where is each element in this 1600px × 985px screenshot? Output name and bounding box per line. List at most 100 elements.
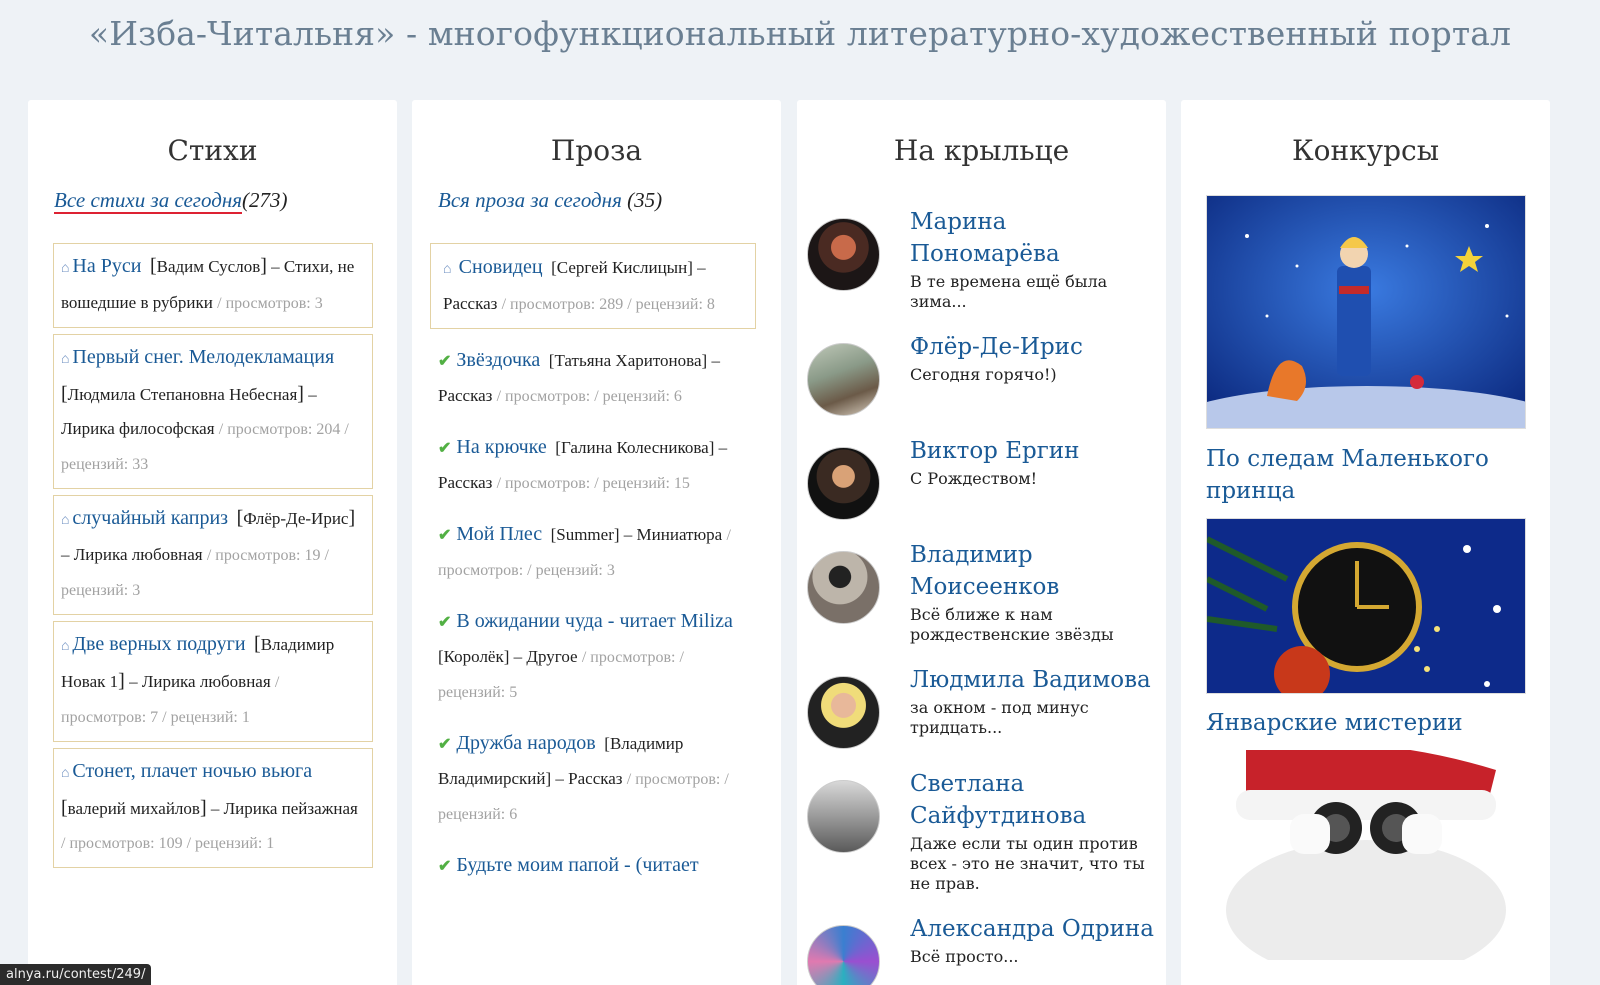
checkmark-icon: ✔: [438, 527, 452, 544]
avatar[interactable]: [807, 780, 880, 853]
item-title-link[interactable]: Стонет, плачет ночью вьюга: [72, 760, 312, 782]
list-item: ✔ В ожидании чуда - читает Miliza [Королё…: [438, 610, 738, 701]
home-icon: ⌂: [443, 262, 452, 277]
person-message: Всё ближе к нам рождественские звёзды: [910, 605, 1114, 644]
list-item: ⌂ Первый снег. Мелодекламация [Людмила Ст…: [53, 334, 373, 489]
item-title-link[interactable]: Будьте моим папой - (читает: [456, 854, 698, 876]
item-title-link[interactable]: На крючке: [456, 436, 546, 458]
contest-link-little-prince[interactable]: По следам Маленького принца: [1206, 443, 1526, 507]
home-icon: ⌂: [61, 639, 70, 654]
avatar[interactable]: [807, 925, 880, 985]
home-icon: ⌂: [61, 766, 70, 781]
checkmark-icon: ✔: [438, 736, 452, 753]
list-item: ⌂ Две верных подруги [Владимир Новак 1] –…: [53, 621, 373, 742]
contest-image-santa[interactable]: [1206, 750, 1526, 960]
person-name-link[interactable]: Людмила Вадимова: [910, 667, 1151, 693]
item-title-link[interactable]: Первый снег. Мелодекламация: [72, 346, 334, 368]
item-rubric: – Лирика любовная: [61, 545, 203, 564]
home-icon: ⌂: [61, 261, 70, 276]
person-name-link[interactable]: Марина Пономарёва: [910, 209, 1060, 267]
list-item: ✔ Будьте моим папой - (читает: [430, 846, 756, 884]
porch-entry: Виктор Ергин С Рождеством!: [797, 435, 1166, 539]
person-message: С Рождеством!: [910, 469, 1038, 488]
porch-entry: Александра Одрина Всё просто...: [797, 913, 1166, 985]
poems-column: Стихи Все стихи за сегодня(273) ⌂ На Руси…: [28, 100, 397, 985]
porch-list: Марина Пономарёва В те времена ещё была …: [797, 206, 1166, 985]
checkmark-icon: ✔: [438, 440, 452, 457]
poems-today: Все стихи за сегодня(273): [54, 188, 397, 214]
item-rubric: – Лирика пейзажная: [210, 799, 358, 818]
contests-column: Конкурсы По следам Маленького принца Янв…: [1181, 100, 1550, 985]
item-rubric: – Миниатюра: [623, 525, 723, 544]
contest-link-january[interactable]: Январские мистерии: [1206, 707, 1526, 739]
checkmark-icon: ✔: [438, 614, 452, 631]
item-author[interactable]: Людмила Степановна Небесная: [68, 385, 298, 404]
item-author[interactable]: Королёк: [444, 647, 504, 666]
person-name-link[interactable]: Александра Одрина: [910, 916, 1154, 942]
prose-count: (35): [627, 188, 663, 212]
checkmark-icon: ✔: [438, 858, 452, 875]
item-author[interactable]: Вадим Суслов: [157, 257, 261, 276]
avatar[interactable]: [807, 343, 880, 416]
item-title-link[interactable]: В ожидании чуда - читает Miliza: [456, 610, 732, 632]
person-name-link[interactable]: Флёр-Де-Ирис: [910, 334, 1083, 360]
item-stats: / просмотров: 289 / рецензий: 8: [501, 296, 715, 313]
item-stats: / просмотров: / рецензий: 6: [496, 388, 682, 405]
person-message: Даже если ты один против всех - это не з…: [910, 834, 1145, 893]
contest-image-little-prince[interactable]: [1206, 195, 1526, 429]
item-stats: / просмотров: / рецензий: 15: [496, 475, 690, 492]
status-bar-url: alnya.ru/contest/249/: [0, 964, 152, 985]
person-message: Сегодня горячо!): [910, 365, 1057, 384]
prose-column: Проза Вся проза за сегодня (35) ⌂ Сновид…: [412, 100, 781, 985]
list-item: ⌂ На Руси [Вадим Суслов] – Стихи, не воше…: [53, 243, 373, 328]
item-title-link[interactable]: Сновидец: [459, 256, 543, 278]
porch-entry: Людмила Вадимова за окном - под минус тр…: [797, 664, 1166, 768]
item-title-link[interactable]: случайный каприз: [72, 507, 228, 529]
item-rubric: – Рассказ: [555, 769, 623, 788]
site-title: «Изба-Читальня» - многофункциональный ли…: [88, 14, 1512, 53]
checkmark-icon: ✔: [438, 353, 452, 370]
person-name-link[interactable]: Владимир Моисеенков: [910, 542, 1059, 600]
item-rubric: – Лирика любовная: [129, 672, 271, 691]
all-prose-link[interactable]: Вся проза за сегодня: [438, 188, 622, 212]
porch-entry: Флёр-Де-Ирис Сегодня горячо!): [797, 331, 1166, 435]
list-item: ⌂ случайный каприз [Флёр-Де-Ирис] – Лирик…: [53, 495, 373, 615]
avatar[interactable]: [807, 551, 880, 624]
avatar[interactable]: [807, 676, 880, 749]
item-author[interactable]: Галина Колесникова: [561, 438, 709, 457]
all-poems-link[interactable]: Все стихи за сегодня: [54, 188, 243, 214]
person-name-link[interactable]: Виктор Ергин: [910, 438, 1079, 464]
item-author[interactable]: Флёр-Де-Ирис: [243, 509, 348, 528]
item-stats: / просмотров: 109 / рецензий: 1: [61, 835, 275, 852]
item-title-link[interactable]: Дружба народов: [456, 732, 595, 754]
item-author[interactable]: Татьяна Харитонова: [554, 351, 701, 370]
item-title-link[interactable]: Две верных подруги: [72, 633, 245, 655]
poems-heading: Стихи: [167, 134, 258, 167]
porch-entry: Светлана Сайфутдинова Даже если ты один …: [797, 768, 1166, 913]
item-author[interactable]: Сергей Кислицын: [557, 258, 687, 277]
poems-count: (273): [242, 188, 288, 212]
list-item: ✔ Мой Плес [Summer] – Миниатюра / просмот…: [438, 523, 731, 579]
list-item: ✔ Звёздочка [Татьяна Харитонова] – Расска…: [438, 349, 720, 405]
list-item: ⌂ Стонет, плачет ночью вьюга [валерий мих…: [53, 748, 373, 868]
prose-heading: Проза: [550, 134, 643, 167]
contests-heading: Конкурсы: [1291, 134, 1440, 167]
porch-column: На крыльце Марина Пономарёва В те времен…: [797, 100, 1166, 985]
person-message: В те времена ещё была зима...: [910, 272, 1108, 311]
item-title-link[interactable]: На Руси: [72, 255, 141, 277]
list-item: ✔ Дружба народов [Владимир Владимирский] …: [438, 732, 729, 823]
item-author[interactable]: валерий михайлов: [68, 799, 200, 818]
home-icon: ⌂: [61, 352, 70, 367]
contest-image-january[interactable]: [1206, 518, 1526, 694]
avatar[interactable]: [807, 218, 880, 291]
item-title-link[interactable]: Мой Плес: [456, 523, 542, 545]
item-stats: / просмотров: 3: [217, 295, 323, 312]
list-item: ✔ На крючке [Галина Колесникова] – Расска…: [438, 436, 728, 492]
item-title-link[interactable]: Звёздочка: [456, 349, 540, 371]
home-icon: ⌂: [61, 513, 70, 528]
prose-list: ⌂ Сновидец [Сергей Кислицын] – Рассказ /…: [430, 243, 756, 884]
porch-heading: На крыльце: [893, 134, 1070, 167]
item-author[interactable]: Summer: [556, 525, 614, 544]
avatar[interactable]: [807, 447, 880, 520]
person-name-link[interactable]: Светлана Сайфутдинова: [910, 771, 1086, 829]
